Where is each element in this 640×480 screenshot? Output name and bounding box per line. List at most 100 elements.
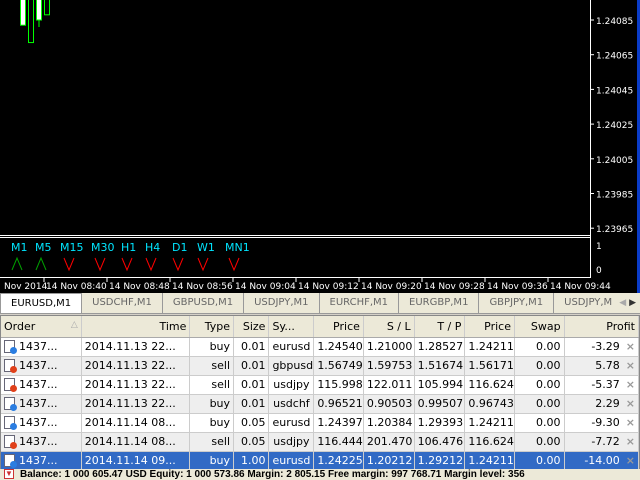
cell-0: 1437...	[1, 356, 82, 376]
tab-gbpusd[interactable]: GBPUSD,M1	[163, 293, 245, 313]
cell-value: 2014.11.13 22...	[84, 340, 176, 353]
cell-0: 1437...	[1, 375, 82, 395]
close-order-icon[interactable]: ×	[626, 454, 635, 467]
buy-order-icon	[4, 397, 17, 412]
close-order-icon[interactable]: ×	[626, 435, 635, 448]
cell-value: 1.00	[240, 454, 266, 467]
column-header-7[interactable]: T / P	[414, 316, 466, 338]
account-summary: Balance: 1 000 605.47 USD Equity: 1 000 …	[20, 469, 525, 480]
chart-tabs: EURUSD,M1 USDCHF,M1 GBPUSD,M1 USDJPY,M1 …	[0, 293, 640, 314]
order-row[interactable]: 1437... 2014.11.13 22... sell 0.01 usdjpy 115…	[1, 375, 640, 395]
price-tick-label: 1.24085	[596, 17, 633, 27]
cell-8: 116.624	[464, 432, 515, 452]
tab-usdjpy-2[interactable]: USDJPY,M	[554, 293, 624, 313]
cell-10: -14.00 ×	[564, 451, 640, 471]
sell-order-icon	[4, 435, 17, 450]
cell-2: buy	[189, 451, 235, 471]
cell-value: 2014.11.14 08...	[84, 416, 176, 429]
price-chart[interactable]: 1.24085 1.24065 1.24045 1.24025 1.24005 1.239…	[0, 0, 637, 293]
cell-value: 0.05	[240, 435, 266, 448]
candle-body	[28, 0, 34, 44]
arrow-left-icon[interactable]: ◀	[619, 298, 626, 308]
arrow-down-icon: ▼	[4, 469, 14, 479]
close-order-icon[interactable]: ×	[626, 340, 635, 353]
cell-value: buy	[209, 340, 231, 353]
cell-value: 1437...	[19, 453, 58, 467]
price-tick-label: 1.23965	[596, 225, 633, 235]
cell-6: 122.011	[363, 375, 415, 395]
candlestick-chart[interactable]: 1.24085 1.24065 1.24045 1.24025 1.24005 1.239…	[0, 0, 637, 293]
cell-value: 1.56749	[317, 359, 363, 372]
timeframe-label-m5: M5	[35, 241, 52, 254]
order-row[interactable]: 1437... 2014.11.13 22... buy 0.01 usdchf 0.96…	[1, 394, 640, 414]
close-order-icon[interactable]: ×	[626, 416, 635, 429]
column-header-6[interactable]: S / L	[363, 316, 415, 338]
cell-10: -9.30 ×	[564, 413, 640, 433]
cell-value: 1.24397	[317, 416, 363, 429]
cell-6: 1.21000	[363, 337, 415, 357]
cell-value: 1.21000	[366, 340, 413, 353]
close-order-icon[interactable]: ×	[626, 397, 635, 410]
cell-value: 0.05	[240, 416, 266, 429]
timeframe-label-mn1: MN1	[225, 241, 250, 254]
cell-5: 1.56749	[313, 356, 364, 376]
cell-value: 1437...	[19, 339, 58, 353]
trend-down-icon	[228, 257, 240, 272]
order-row[interactable]: 1437... 2014.11.14 09... buy 1.00 eurusd 1.24…	[1, 451, 640, 471]
cell-3: 0.01	[233, 337, 270, 357]
close-order-icon[interactable]: ×	[626, 378, 635, 391]
cell-7: 105.994	[414, 375, 466, 395]
indicator-scale-label: 1	[596, 242, 602, 252]
cell-value: 1437...	[19, 358, 58, 372]
column-header-4[interactable]: Sy...	[268, 316, 315, 338]
cell-value: 116.444	[317, 435, 363, 448]
cell-5: 1.24225	[313, 451, 364, 471]
arrow-right-icon[interactable]: ▶	[629, 298, 636, 308]
cell-value: 1437...	[19, 415, 58, 429]
tab-usdchf[interactable]: USDCHF,M1	[82, 293, 163, 313]
column-header-label: Type	[204, 319, 231, 333]
column-header-2[interactable]: Type	[189, 316, 235, 338]
tab-scroll-arrows[interactable]: ◀ ▶	[619, 293, 636, 313]
tab-eurgbp[interactable]: EURGBP,M1	[399, 293, 480, 313]
tab-usdjpy[interactable]: USDJPY,M1	[244, 293, 320, 313]
cell-1: 2014.11.13 22...	[81, 375, 191, 395]
cell-5: 116.444	[313, 432, 364, 452]
column-header-1[interactable]: Time	[81, 316, 191, 338]
tab-eurusd[interactable]: EURUSD,M1	[0, 293, 83, 313]
tab-gbpjpy[interactable]: GBPJPY,M1	[479, 293, 555, 313]
cell-6: 1.20384	[363, 413, 415, 433]
column-header-3[interactable]: Size	[233, 316, 270, 338]
column-header-8[interactable]: Price	[464, 316, 515, 338]
cell-value: 122.011	[366, 378, 413, 391]
timeframe-label-m30: M30	[91, 241, 115, 254]
orders-table: Order △ Time Type Size Sy... Price S / L T / P P…	[1, 316, 640, 471]
cell-value: 1437...	[19, 377, 58, 391]
close-order-icon[interactable]: ×	[626, 359, 635, 372]
column-header-label: Price	[333, 319, 360, 333]
order-row[interactable]: 1437... 2014.11.13 22... buy 0.01 eurusd 1.24…	[1, 337, 640, 357]
cell-value: 2014.11.14 09...	[84, 454, 176, 467]
column-header-5[interactable]: Price	[313, 316, 364, 338]
column-header-10[interactable]: Profit	[564, 316, 640, 338]
cell-9: 0.00	[514, 394, 565, 414]
order-row[interactable]: 1437... 2014.11.14 08... buy 0.05 eurusd 1.24…	[1, 413, 640, 433]
cell-value: 1.28527	[417, 340, 464, 353]
tab-eurchf[interactable]: EURCHF,M1	[320, 293, 400, 313]
order-row[interactable]: 1437... 2014.11.13 22... sell 0.01 gbpusd 1.5…	[1, 356, 640, 376]
cell-5: 0.96521	[313, 394, 364, 414]
cell-4: gbpusd	[268, 356, 315, 376]
account-status-bar: ▼ Balance: 1 000 605.47 USD Equity: 1 00…	[0, 469, 640, 480]
cell-9: 0.00	[514, 375, 565, 395]
cell-value: 1.56171	[468, 359, 514, 372]
cell-3: 0.05	[233, 413, 270, 433]
cell-7: 0.99507	[414, 394, 466, 414]
order-row[interactable]: 1437... 2014.11.14 08... sell 0.05 usdjpy 116…	[1, 432, 640, 452]
column-header-0[interactable]: Order △	[1, 316, 82, 338]
cell-value: 0.01	[240, 378, 266, 391]
column-header-9[interactable]: Swap	[514, 316, 565, 338]
timeframe-label-h1: H1	[121, 241, 136, 254]
cell-9: 0.00	[514, 356, 565, 376]
cell-6: 0.90503	[363, 394, 415, 414]
cell-value: 1.29212	[417, 454, 464, 467]
